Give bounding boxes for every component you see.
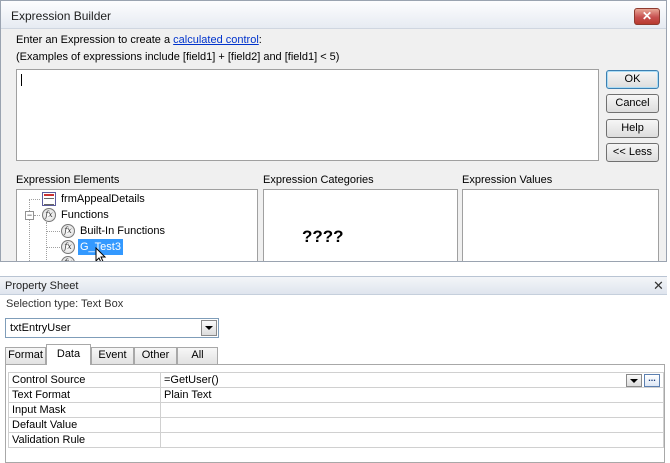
tree-line [46, 247, 60, 248]
tree-item-label: Built-In Functions [80, 225, 165, 237]
expression-values-label: Expression Values [462, 174, 553, 186]
property-name: Control Source [8, 372, 161, 388]
tree-line [46, 222, 47, 261]
ok-button[interactable]: OK [606, 70, 659, 89]
dialog-title: Expression Builder [11, 9, 112, 23]
builder-button[interactable]: ... [644, 373, 660, 387]
expression-elements-label: Expression Elements [16, 174, 120, 186]
property-value[interactable]: Plain Text [160, 387, 664, 403]
chevron-down-icon [630, 378, 638, 383]
property-table: Control Source =GetUser() ... Text Forma… [8, 372, 664, 448]
property-name: Text Format [8, 387, 161, 403]
help-button[interactable]: Help [606, 119, 659, 138]
chevron-down-icon [205, 326, 213, 330]
intro-prefix: Enter an Expression to create a [16, 34, 174, 46]
selection-type-label: Selection type: Text Box [6, 298, 124, 310]
calculated-control-link[interactable]: calculated control [173, 34, 259, 46]
function-icon: fx [61, 240, 75, 254]
tab-format[interactable]: Format [5, 347, 46, 364]
expression-elements-list[interactable]: frmAppealDetails − fx Functions fx Built… [16, 189, 258, 261]
object-selector-combo[interactable]: txtEntryUser [5, 318, 219, 338]
collapse-icon[interactable]: − [25, 211, 34, 220]
intro-suffix: : [258, 34, 262, 46]
dialog-titlebar: Expression Builder ✕ [1, 1, 666, 29]
property-row-validation-rule[interactable]: Validation Rule [8, 432, 664, 448]
property-row-default-value[interactable]: Default Value [8, 417, 664, 433]
property-value[interactable] [160, 432, 664, 448]
close-icon[interactable]: ✕ [653, 278, 664, 294]
property-value-editor[interactable]: =GetUser() ... [164, 373, 660, 387]
object-selector-value: txtEntryUser [10, 322, 71, 334]
function-icon: fx [42, 208, 56, 222]
tree-line [46, 231, 60, 232]
tab-data[interactable]: Data [46, 344, 91, 365]
expression-categories-list[interactable]: ???? [263, 189, 458, 261]
function-icon: fx [61, 224, 75, 238]
expression-values-list[interactable] [462, 189, 659, 261]
tree-item-label: frmAppealDetails [61, 193, 145, 205]
tab-all[interactable]: All [177, 347, 218, 364]
property-sheet-pane: Property Sheet ✕ Selection type: Text Bo… [0, 276, 667, 463]
dropdown-button[interactable] [626, 373, 642, 387]
intro-text: Enter an Expression to create a calculat… [16, 34, 262, 46]
property-name: Input Mask [8, 402, 161, 418]
tab-other[interactable]: Other [134, 347, 177, 364]
expression-categories-label: Expression Categories [263, 174, 374, 186]
property-sheet-title: Property Sheet [5, 280, 79, 292]
tab-event[interactable]: Event [91, 347, 134, 364]
text-caret [21, 74, 22, 86]
categories-placeholder-text: ???? [302, 227, 344, 246]
dropdown-button[interactable] [201, 320, 217, 336]
function-icon: fx [61, 256, 75, 261]
less-button[interactable]: << Less [606, 143, 659, 162]
property-sheet-titlebar: Property Sheet ✕ [0, 277, 667, 295]
property-value[interactable] [160, 402, 664, 418]
mouse-cursor-icon [95, 247, 107, 261]
property-row-input-mask[interactable]: Input Mask [8, 402, 664, 418]
tree-line [29, 199, 30, 261]
property-value[interactable] [160, 417, 664, 433]
property-grid: Control Source =GetUser() ... Text Forma… [5, 364, 665, 463]
tree-item-label: Functions [61, 209, 109, 221]
tree-line [34, 215, 40, 216]
property-value: =GetUser() [164, 373, 219, 386]
property-row-text-format[interactable]: Text Format Plain Text [8, 387, 664, 403]
tree-line [29, 199, 40, 200]
form-icon [42, 192, 56, 206]
property-value-cell[interactable]: =GetUser() ... [160, 372, 664, 388]
examples-text: (Examples of expressions include [field1… [16, 51, 340, 63]
expression-input[interactable] [16, 69, 599, 161]
close-button[interactable]: ✕ [634, 8, 660, 25]
property-name: Validation Rule [8, 432, 161, 448]
cancel-button[interactable]: Cancel [606, 94, 659, 113]
property-name: Default Value [8, 417, 161, 433]
property-row-control-source[interactable]: Control Source =GetUser() ... [8, 372, 664, 388]
expression-builder-dialog: Expression Builder ✕ Enter an Expression… [0, 0, 667, 262]
